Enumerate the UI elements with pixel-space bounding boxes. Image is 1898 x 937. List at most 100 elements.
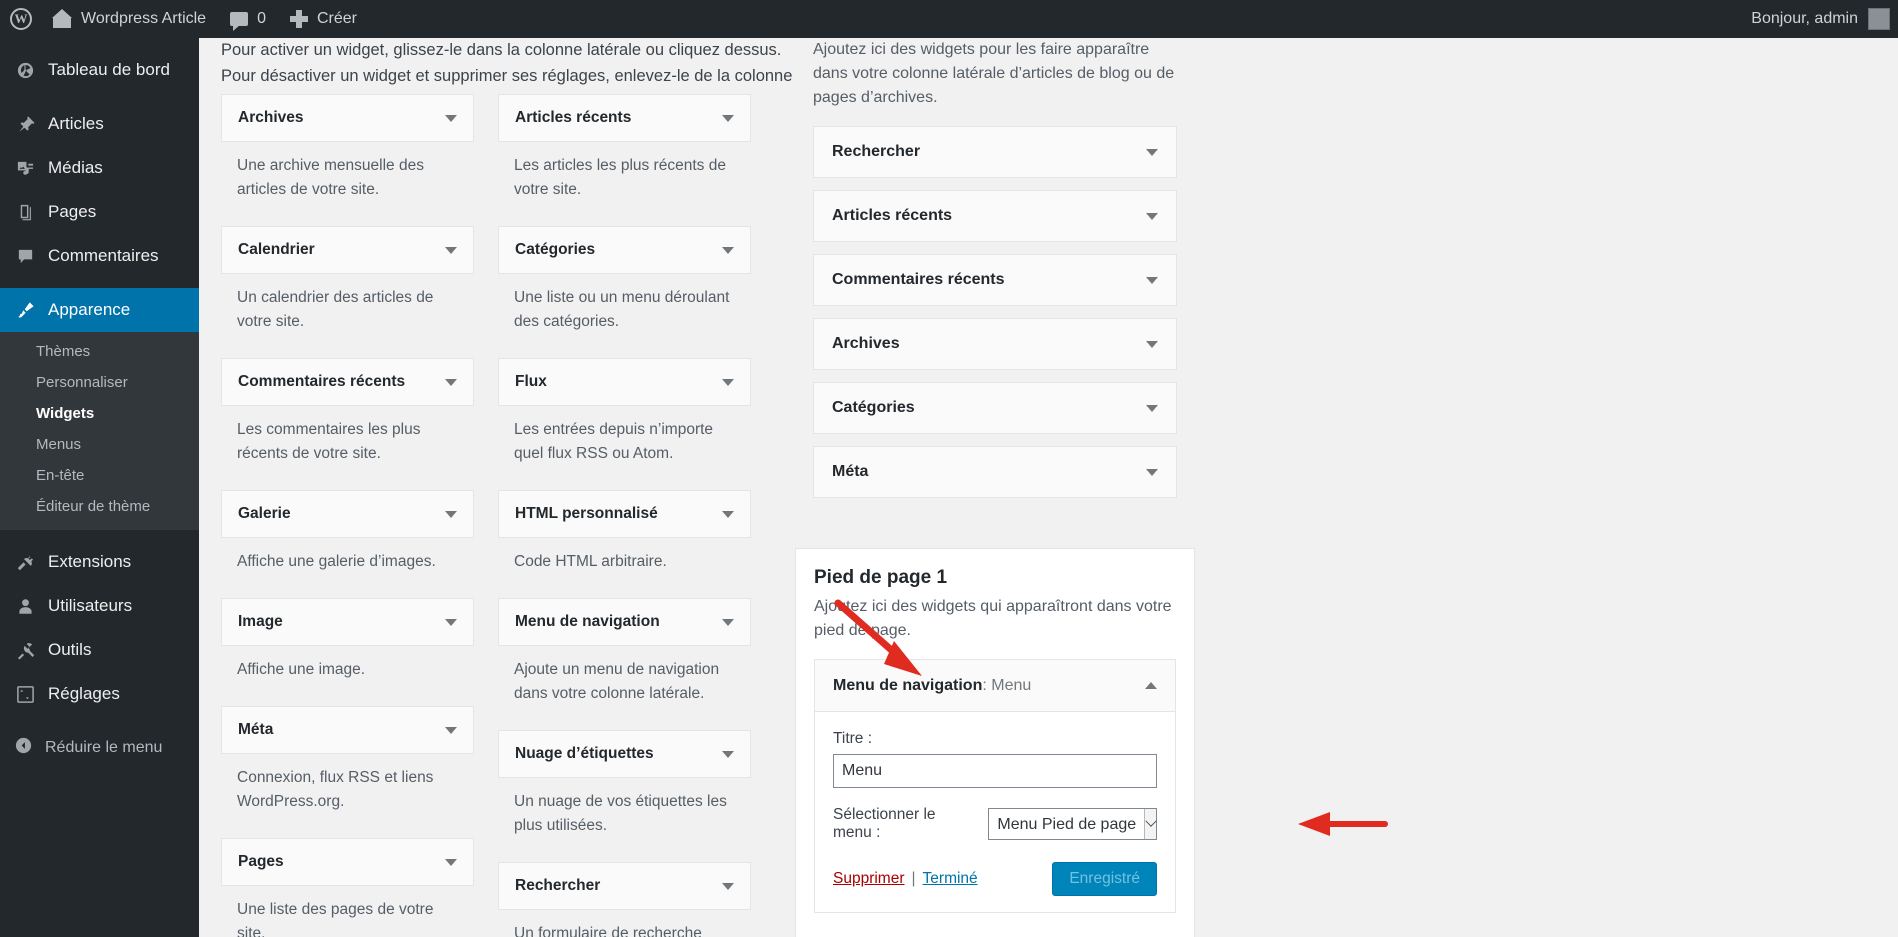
chevron-down-icon[interactable] <box>445 858 457 866</box>
sidebar-item-tools[interactable]: Outils <box>0 628 199 672</box>
open-widget-nav-menu: Menu de navigation: Menu Titre : Sélecti… <box>814 659 1176 913</box>
chevron-down-icon[interactable] <box>722 378 734 386</box>
my-account-menu[interactable]: Bonjour, admin <box>1751 8 1898 30</box>
widget-header-rss[interactable]: Flux <box>498 358 751 407</box>
user-icon <box>14 597 36 616</box>
widget-title: Galerie <box>238 505 291 523</box>
sidebar-item-dashboard[interactable]: Tableau de bord <box>0 48 199 92</box>
chevron-down-icon[interactable] <box>722 618 734 626</box>
sidebar-item-appearance[interactable]: Apparence <box>0 288 199 332</box>
avatar-icon <box>1868 8 1890 30</box>
sidebar-widget-archives[interactable]: Archives <box>813 318 1177 370</box>
chevron-down-icon[interactable] <box>722 750 734 758</box>
sidebar-item-settings[interactable]: Réglages <box>0 672 199 716</box>
widget-title: Méta <box>238 721 274 739</box>
sidebar-widget-search[interactable]: Rechercher <box>813 126 1177 178</box>
widget-header-image[interactable]: Image <box>221 598 474 647</box>
sidebar-item-media[interactable]: Médias <box>0 146 199 190</box>
actions-separator: | <box>911 870 916 887</box>
submenu-item-theme-editor[interactable]: Éditeur de thème <box>0 491 199 522</box>
chevron-down-icon[interactable] <box>1146 468 1158 476</box>
open-widget-header[interactable]: Menu de navigation: Menu <box>815 660 1175 712</box>
chevron-down-icon[interactable] <box>722 510 734 518</box>
widget-card: Articles récents Les articles les plus r… <box>498 94 751 216</box>
widget-card: Rechercher Un formulaire de recherche po… <box>498 862 751 937</box>
chevron-down-icon[interactable] <box>445 114 457 122</box>
widget-header-pages[interactable]: Pages <box>221 838 474 887</box>
widget-header-calendar[interactable]: Calendrier <box>221 226 474 275</box>
submenu-item-customize[interactable]: Personnaliser <box>0 367 199 398</box>
widget-header-archives[interactable]: Archives <box>221 94 474 142</box>
submenu-item-themes[interactable]: Thèmes <box>0 336 199 367</box>
chevron-down-icon[interactable] <box>1146 148 1158 156</box>
widget-card: Archives Une archive mensuelle des artic… <box>221 94 474 216</box>
delete-widget-link[interactable]: Supprimer <box>833 870 905 888</box>
widget-header-custom-html[interactable]: HTML personnalisé <box>498 490 751 539</box>
widget-title: Rechercher <box>832 143 921 160</box>
chevron-down-icon[interactable] <box>1146 276 1158 284</box>
new-content-menu[interactable]: Créer <box>278 0 369 38</box>
sidebar-item-pages[interactable]: Pages <box>0 190 199 234</box>
chevron-down-icon[interactable] <box>722 246 734 254</box>
pages-icon <box>14 203 36 222</box>
chevron-down-icon[interactable] <box>1146 404 1158 412</box>
chevron-down-icon[interactable] <box>445 726 457 734</box>
sidebar-item-users[interactable]: Utilisateurs <box>0 584 199 628</box>
collapse-menu-label: Réduire le menu <box>45 739 163 756</box>
collapse-menu-button[interactable]: Réduire le menu <box>0 726 199 770</box>
chevron-down-icon[interactable] <box>445 510 457 518</box>
sidebar-widget-categories[interactable]: Catégories <box>813 382 1177 434</box>
widget-header-recent-posts[interactable]: Articles récents <box>498 94 751 142</box>
chevron-down-icon[interactable] <box>1144 809 1157 839</box>
sidebar-item-plugins[interactable]: Extensions <box>0 540 199 584</box>
close-widget-link[interactable]: Terminé <box>923 870 978 888</box>
widget-title-input[interactable] <box>833 754 1157 788</box>
chevron-down-icon[interactable] <box>1146 340 1158 348</box>
widget-description: Connexion, flux RSS et liens WordPress.o… <box>237 769 434 811</box>
appearance-submenu: Thèmes Personnaliser Widgets Menus En-tê… <box>0 332 199 530</box>
submenu-item-menus[interactable]: Menus <box>0 429 199 460</box>
chevron-down-icon[interactable] <box>445 246 457 254</box>
menu-select[interactable]: Menu Pied de page <box>988 808 1157 840</box>
submenu-item-header[interactable]: En-tête <box>0 460 199 491</box>
sidebar-item-label: Médias <box>48 158 103 177</box>
widget-header-meta[interactable]: Méta <box>221 706 474 755</box>
chevron-down-icon[interactable] <box>722 114 734 122</box>
chevron-down-icon[interactable] <box>445 618 457 626</box>
chevron-up-icon[interactable] <box>1145 682 1157 689</box>
widget-description: Un nuage de vos étiquettes les plus util… <box>514 793 727 835</box>
widget-card: HTML personnalisé Code HTML arbitraire. <box>498 490 751 588</box>
wrench-icon <box>14 641 36 660</box>
widget-header-nav-menu[interactable]: Menu de navigation <box>498 598 751 647</box>
comments-menu[interactable]: 0 <box>218 0 278 38</box>
sidebar-item-comments[interactable]: Commentaires <box>0 234 199 278</box>
save-button[interactable]: Enregistré <box>1052 862 1157 896</box>
widget-header-categories[interactable]: Catégories <box>498 226 751 275</box>
sidebars-column: Ajoutez ici des widgets pour les faire a… <box>795 38 1195 937</box>
chevron-down-icon[interactable] <box>445 378 457 386</box>
sidebar-item-posts[interactable]: Articles <box>0 102 199 146</box>
widget-card: Catégories Une liste ou un menu déroulan… <box>498 226 751 348</box>
plus-icon <box>289 10 308 28</box>
sidebar-widget-meta[interactable]: Méta <box>813 446 1177 498</box>
sidebar-item-label: Pages <box>48 202 97 221</box>
sidebar-widget-recent-posts[interactable]: Articles récents <box>813 190 1177 242</box>
submenu-item-widgets[interactable]: Widgets <box>0 398 199 429</box>
widget-card: Méta Connexion, flux RSS et liens WordPr… <box>221 706 474 828</box>
widget-title: Flux <box>515 373 547 391</box>
comments-count: 0 <box>257 10 266 27</box>
wordpress-logo-menu[interactable]: W <box>0 0 40 38</box>
widget-title-main: Menu de navigation <box>833 676 983 694</box>
widget-header-recent-comments[interactable]: Commentaires récents <box>221 358 474 407</box>
sidebar-widget-recent-comments[interactable]: Commentaires récents <box>813 254 1177 306</box>
site-name-menu[interactable]: Wordpress Article <box>40 0 218 38</box>
chevron-down-icon[interactable] <box>722 882 734 890</box>
menu-select-value: Menu Pied de page <box>997 816 1137 833</box>
chevron-down-icon[interactable] <box>1146 212 1158 220</box>
widget-header-gallery[interactable]: Galerie <box>221 490 474 539</box>
sidebar-description: Ajoutez ici des widgets qui apparaîtront… <box>814 598 1172 639</box>
menu-select-row: Sélectionner le menu : Menu Pied de page <box>833 806 1157 842</box>
widget-header-search[interactable]: Rechercher <box>498 862 751 911</box>
widget-header-tag-cloud[interactable]: Nuage d’étiquettes <box>498 730 751 779</box>
sidebar-item-label: Outils <box>48 640 92 659</box>
